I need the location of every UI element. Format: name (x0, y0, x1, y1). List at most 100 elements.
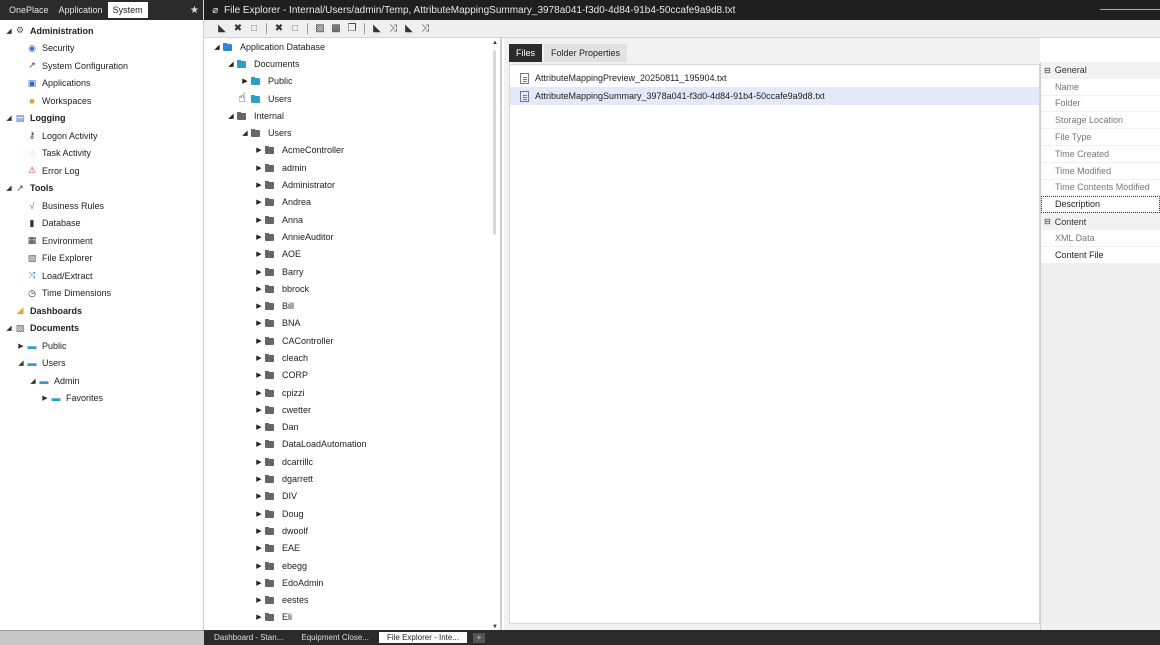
tree-item-dgarrett[interactable]: ▶ dgarrett (204, 470, 500, 487)
nav-item-system-configuration[interactable]: ↗ System Configuration (0, 57, 203, 75)
new-tab-button[interactable]: + (473, 632, 485, 643)
nav-item-security[interactable]: ◉ Security (0, 40, 203, 58)
expand-caret-icon[interactable]: ▶ (254, 423, 264, 431)
expand-caret-icon[interactable]: ▶ (254, 268, 264, 276)
expand-caret-icon[interactable]: ▶ (254, 492, 264, 500)
nav-item-workspaces[interactable]: ■ Workspaces (0, 92, 203, 110)
nav-item-logging[interactable]: ◢ ▤ Logging (0, 110, 203, 128)
save-all-icon[interactable]: □ (287, 22, 303, 36)
tree-item-dcarrillc[interactable]: ▶ dcarrillc (204, 453, 500, 470)
nav-item-administration[interactable]: ◢ ⚙ Administration (0, 22, 203, 40)
new-folder-icon[interactable]: ◣ (369, 22, 385, 36)
tree-item-users[interactable]: ◢ Users (204, 124, 500, 141)
tab-folder-properties[interactable]: Folder Properties (544, 44, 628, 62)
property-file-type[interactable]: File Type (1041, 129, 1160, 146)
nav-item-environment[interactable]: ▦ Environment (0, 232, 203, 250)
tree-item-public[interactable]: ▶ Public (204, 73, 500, 90)
expand-caret-icon[interactable]: ◢ (226, 60, 236, 68)
tree-item-cacontroller[interactable]: ▶ CAController (204, 332, 500, 349)
property-time-created[interactable]: Time Created (1041, 145, 1160, 163)
expand-caret-icon[interactable]: ▶ (254, 319, 264, 327)
nav-item-business-rules[interactable]: √ Business Rules (0, 197, 203, 215)
expand-caret-icon[interactable]: ◢ (240, 129, 250, 137)
expand-caret-icon[interactable]: ▶ (254, 146, 264, 154)
expand-caret-icon[interactable]: ▶ (240, 77, 250, 85)
download-icon[interactable]: ▩ (328, 22, 344, 36)
task-tab-equipment-close[interactable]: Equipment Close... (293, 632, 377, 643)
expand-caret-icon[interactable]: ▶ (254, 440, 264, 448)
nav-item-documents[interactable]: ◢ ▧ Documents (0, 320, 203, 338)
expand-caret-icon[interactable]: ▶ (254, 406, 264, 414)
tree-item-dataloadautomation[interactable]: ▶ DataLoadAutomation (204, 436, 500, 453)
tree-item-users[interactable]: Users (204, 90, 500, 107)
property-time-modified[interactable]: Time Modified (1041, 162, 1160, 180)
tree-item-bbrock[interactable]: ▶ bbrock (204, 280, 500, 297)
nav-item-database[interactable]: ▮ Database (0, 215, 203, 233)
window-minimize-line[interactable] (1100, 9, 1160, 10)
tree-item-internal[interactable]: ◢ Internal (204, 107, 500, 124)
property-name[interactable]: Name (1041, 78, 1160, 96)
expand-caret-icon[interactable]: ▶ (254, 458, 264, 466)
nav-item-dashboards[interactable]: ◢ Dashboards (0, 302, 203, 320)
tree-item-annieauditor[interactable]: ▶ AnnieAuditor (204, 228, 500, 245)
expand-caret-icon[interactable]: ▶ (16, 342, 26, 350)
task-tab-dashboard-stan[interactable]: Dashboard - Stan... (206, 632, 291, 643)
expand-caret-icon[interactable]: ▶ (254, 302, 264, 310)
tree-item-eestes[interactable]: ▶ eestes (204, 592, 500, 609)
expand-caret-icon[interactable]: ▶ (254, 475, 264, 483)
property-time-contents-modified[interactable]: Time Contents Modified (1041, 179, 1160, 197)
tree-item-administrator[interactable]: ▶ Administrator (204, 176, 500, 193)
nav-tab-application[interactable]: Application (54, 2, 108, 18)
tree-item-corp[interactable]: ▶ CORP (204, 367, 500, 384)
expand-caret-icon[interactable]: ▶ (254, 544, 264, 552)
nav-tab-oneplace[interactable]: OnePlace (4, 2, 54, 18)
tree-item-acmecontroller[interactable]: ▶ AcmeController (204, 142, 500, 159)
tree-scrollbar[interactable]: ▲ ▼ (492, 40, 498, 630)
expand-caret-icon[interactable]: ▶ (254, 285, 264, 293)
cancel-icon[interactable]: ✖ (271, 22, 287, 36)
property-description[interactable]: Description (1041, 196, 1160, 214)
expand-caret-icon[interactable]: ◢ (212, 43, 222, 51)
nav-item-file-explorer[interactable]: ▧ File Explorer (0, 250, 203, 268)
delete-icon[interactable]: ✖ (230, 22, 246, 36)
tree-item-cwetter[interactable]: ▶ cwetter (204, 401, 500, 418)
expand-caret-icon[interactable]: ◢ (4, 27, 14, 35)
tree-item-barry[interactable]: ▶ Barry (204, 263, 500, 280)
expand-caret-icon[interactable]: ▶ (254, 562, 264, 570)
property-xml-data[interactable]: XML Data (1041, 229, 1160, 247)
nav-tab-system[interactable]: System (107, 2, 148, 18)
tree-item-edoadmin[interactable]: ▶ EdoAdmin (204, 574, 500, 591)
expand-caret-icon[interactable]: ▶ (254, 596, 264, 604)
property-category-general[interactable]: ⊟ General (1041, 62, 1160, 79)
add-folder-icon[interactable]: ◣ (401, 22, 417, 36)
expand-caret-icon[interactable]: ◢ (16, 359, 26, 367)
tree-item-bna[interactable]: ▶ BNA (204, 315, 500, 332)
nav-item-error-log[interactable]: ⚠ Error Log (0, 162, 203, 180)
property-content-file[interactable]: Content File (1041, 246, 1160, 264)
nav-item-time-dimensions[interactable]: ◷ Time Dimensions (0, 285, 203, 303)
sync-icon[interactable]: ⤨ (417, 22, 433, 36)
expand-caret-icon[interactable]: ▶ (254, 613, 264, 621)
expand-caret-icon[interactable]: ▶ (254, 250, 264, 258)
tree-item-eae[interactable]: ▶ EAE (204, 540, 500, 557)
expand-caret-icon[interactable]: ▶ (254, 389, 264, 397)
nav-item-favorites[interactable]: ▶ ▬ Favorites (0, 390, 203, 408)
nav-item-admin[interactable]: ◢ ▬ Admin (0, 372, 203, 390)
expand-caret-icon[interactable]: ▶ (40, 394, 50, 402)
expand-caret-icon[interactable]: ◢ (28, 377, 38, 385)
expand-caret-icon[interactable]: ▶ (254, 337, 264, 345)
tree-item-application-database[interactable]: ◢ Application Database (204, 38, 500, 55)
expand-caret-icon[interactable]: ▶ (254, 510, 264, 518)
nav-item-tools[interactable]: ◢ ↗ Tools (0, 180, 203, 198)
expand-caret-icon[interactable]: ▶ (254, 371, 264, 379)
upload-icon[interactable]: ▨ (312, 22, 328, 36)
tree-item-cpizzi[interactable]: ▶ cpizzi (204, 384, 500, 401)
save-icon[interactable]: □ (246, 22, 262, 36)
expand-caret-icon[interactable]: ▶ (254, 198, 264, 206)
expand-caret-icon[interactable]: ▶ (254, 181, 264, 189)
collapse-box-icon[interactable]: ⊟ (1044, 217, 1051, 226)
tree-item-documents[interactable]: ◢ Documents (204, 55, 500, 72)
expand-caret-icon[interactable]: ▶ (254, 216, 264, 224)
property-category-content[interactable]: ⊟ Content (1041, 213, 1160, 230)
expand-caret-icon[interactable]: ▶ (254, 579, 264, 587)
